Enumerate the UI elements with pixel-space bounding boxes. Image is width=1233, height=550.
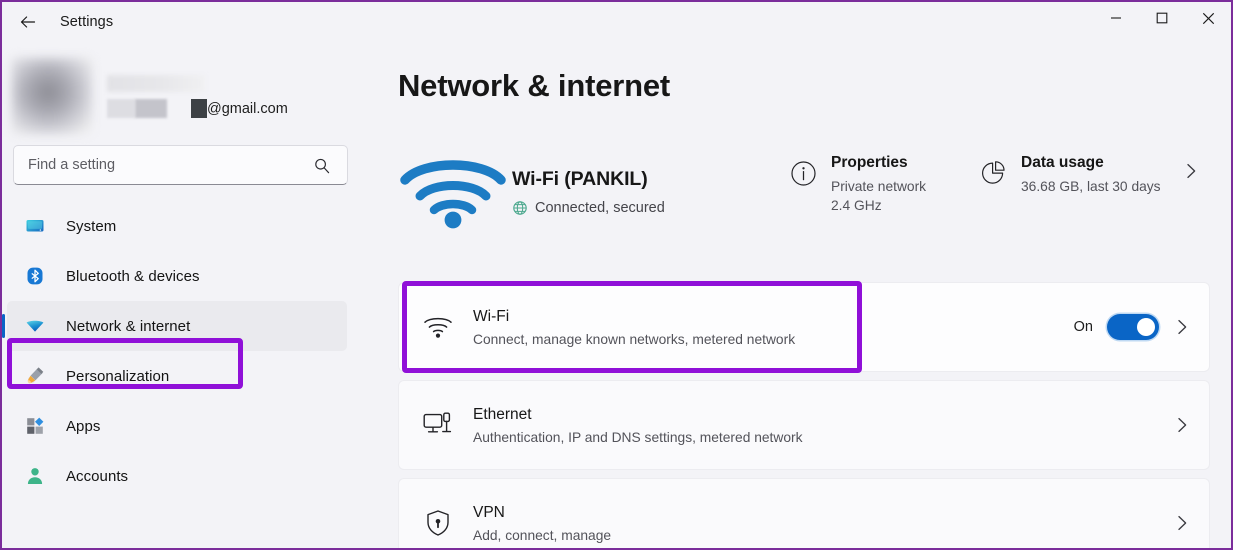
wifi-toggle[interactable] — [1107, 314, 1159, 340]
card-vpn[interactable]: VPN Add, connect, manage — [398, 478, 1210, 548]
properties-text: Properties Private network 2.4 GHz — [831, 154, 926, 215]
sidebar-item-system[interactable]: System — [7, 201, 347, 251]
card-title: Ethernet — [473, 405, 532, 423]
header-chevron-button[interactable] — [1182, 162, 1200, 185]
toggle-knob — [1137, 318, 1155, 336]
properties-title: Properties — [831, 154, 908, 171]
avatar — [12, 58, 92, 134]
maximize-button[interactable] — [1139, 2, 1185, 34]
page-title: Network & internet — [398, 68, 670, 103]
shield-lock-icon — [421, 508, 455, 538]
title-bar: Settings — [2, 2, 1231, 42]
card-title: Wi-Fi — [473, 307, 510, 325]
info-circle-icon — [790, 160, 817, 192]
card-ethernet[interactable]: Ethernet Authentication, IP and DNS sett… — [398, 380, 1210, 470]
network-status-text: Wi-Fi (PANKIL) Connected, secured — [512, 168, 665, 216]
settings-window: Settings @gmail.com Find a setting Syste… — [0, 0, 1233, 550]
main-content: Network & internet Wi-Fi (PANKIL) Connec… — [360, 42, 1231, 548]
search-icon — [313, 157, 331, 180]
bluetooth-icon — [23, 264, 47, 288]
card-vpn-text: VPN Add, connect, manage — [473, 504, 611, 543]
data-usage-text: Data usage 36.68 GB, last 30 days — [1021, 154, 1161, 196]
card-subtitle: Add, connect, manage — [473, 527, 612, 543]
email-domain: @gmail.com — [207, 100, 288, 117]
sidebar-nav: System Bluetooth & devices Network & int… — [2, 201, 360, 501]
data-usage-link[interactable]: Data usage 36.68 GB, last 30 days — [980, 154, 1161, 196]
sidebar-item-network-internet[interactable]: Network & internet — [2, 301, 347, 351]
card-ethernet-controls — [1173, 416, 1191, 434]
card-ethernet-text: Ethernet Authentication, IP and DNS sett… — [473, 406, 803, 445]
wifi-arcs-icon — [421, 314, 455, 340]
sidebar-item-label: Apps — [66, 417, 101, 435]
card-title: VPN — [473, 503, 505, 521]
ethernet-monitor-icon — [421, 410, 455, 440]
chevron-right-icon — [1182, 163, 1200, 184]
connection-state-label: Connected, secured — [535, 200, 665, 216]
account-email: @gmail.com — [107, 98, 288, 119]
apps-grid-icon — [23, 414, 47, 438]
account-text: @gmail.com — [107, 73, 288, 119]
card-wifi[interactable]: Wi-Fi Connect, manage known networks, me… — [398, 282, 1210, 372]
email-redacted-part-2 — [135, 99, 167, 118]
chevron-right-icon[interactable] — [1173, 318, 1191, 336]
back-arrow-icon — [18, 12, 38, 32]
sidebar-item-bluetooth-devices[interactable]: Bluetooth & devices — [7, 251, 347, 301]
window-controls — [1093, 2, 1231, 42]
sidebar-item-label: System — [66, 217, 117, 235]
chevron-right-icon[interactable] — [1173, 416, 1191, 434]
properties-line-2: 2.4 GHz — [831, 198, 882, 214]
minimize-icon — [1110, 12, 1122, 24]
back-button[interactable] — [10, 7, 46, 37]
window-title: Settings — [60, 14, 114, 30]
card-subtitle: Authentication, IP and DNS settings, met… — [473, 429, 803, 445]
sidebar-item-accounts[interactable]: Accounts — [7, 451, 347, 501]
selected-indicator — [2, 314, 5, 338]
sidebar-item-label: Network & internet — [66, 317, 191, 335]
search-input[interactable] — [14, 157, 294, 173]
globe-icon — [512, 200, 528, 216]
person-icon — [23, 464, 47, 488]
sidebar-item-personalization[interactable]: Personalization — [7, 351, 347, 401]
card-subtitle: Connect, manage known networks, metered … — [473, 331, 796, 347]
sidebar-item-label: Personalization — [66, 367, 170, 385]
minimize-button[interactable] — [1093, 2, 1139, 34]
connection-state-row: Connected, secured — [512, 200, 665, 216]
close-icon — [1202, 12, 1215, 25]
wifi-signal-icon — [398, 154, 508, 230]
pie-chart-icon — [980, 160, 1007, 192]
wifi-icon — [23, 314, 47, 338]
card-vpn-controls — [1173, 514, 1191, 532]
maximize-icon — [1156, 12, 1168, 24]
email-redacted-part-3 — [191, 99, 207, 118]
email-redacted-gap — [167, 99, 191, 118]
close-button[interactable] — [1185, 2, 1231, 34]
sidebar-item-label: Accounts — [66, 467, 129, 485]
paintbrush-icon — [23, 364, 47, 388]
sidebar: @gmail.com Find a setting System Bluetoo… — [2, 42, 360, 548]
properties-link[interactable]: Properties Private network 2.4 GHz — [790, 154, 926, 215]
monitor-icon — [23, 214, 47, 238]
card-wifi-text: Wi-Fi Connect, manage known networks, me… — [473, 308, 795, 347]
wifi-toggle-label: On — [1073, 319, 1093, 335]
connected-network-name: Wi-Fi (PANKIL) — [512, 168, 648, 190]
sidebar-item-apps[interactable]: Apps — [7, 401, 347, 451]
chevron-right-icon[interactable] — [1173, 514, 1191, 532]
account-profile[interactable]: @gmail.com — [2, 42, 360, 134]
data-usage-title: Data usage — [1021, 154, 1104, 171]
sidebar-item-label: Bluetooth & devices — [66, 267, 200, 285]
email-redacted-part-1 — [107, 99, 135, 118]
card-wifi-controls: On — [1074, 314, 1191, 340]
search-box[interactable] — [13, 145, 348, 185]
data-usage-line-1: 36.68 GB, last 30 days — [1021, 179, 1161, 194]
properties-line-1: Private network — [831, 179, 927, 194]
account-name-redacted — [107, 75, 205, 92]
